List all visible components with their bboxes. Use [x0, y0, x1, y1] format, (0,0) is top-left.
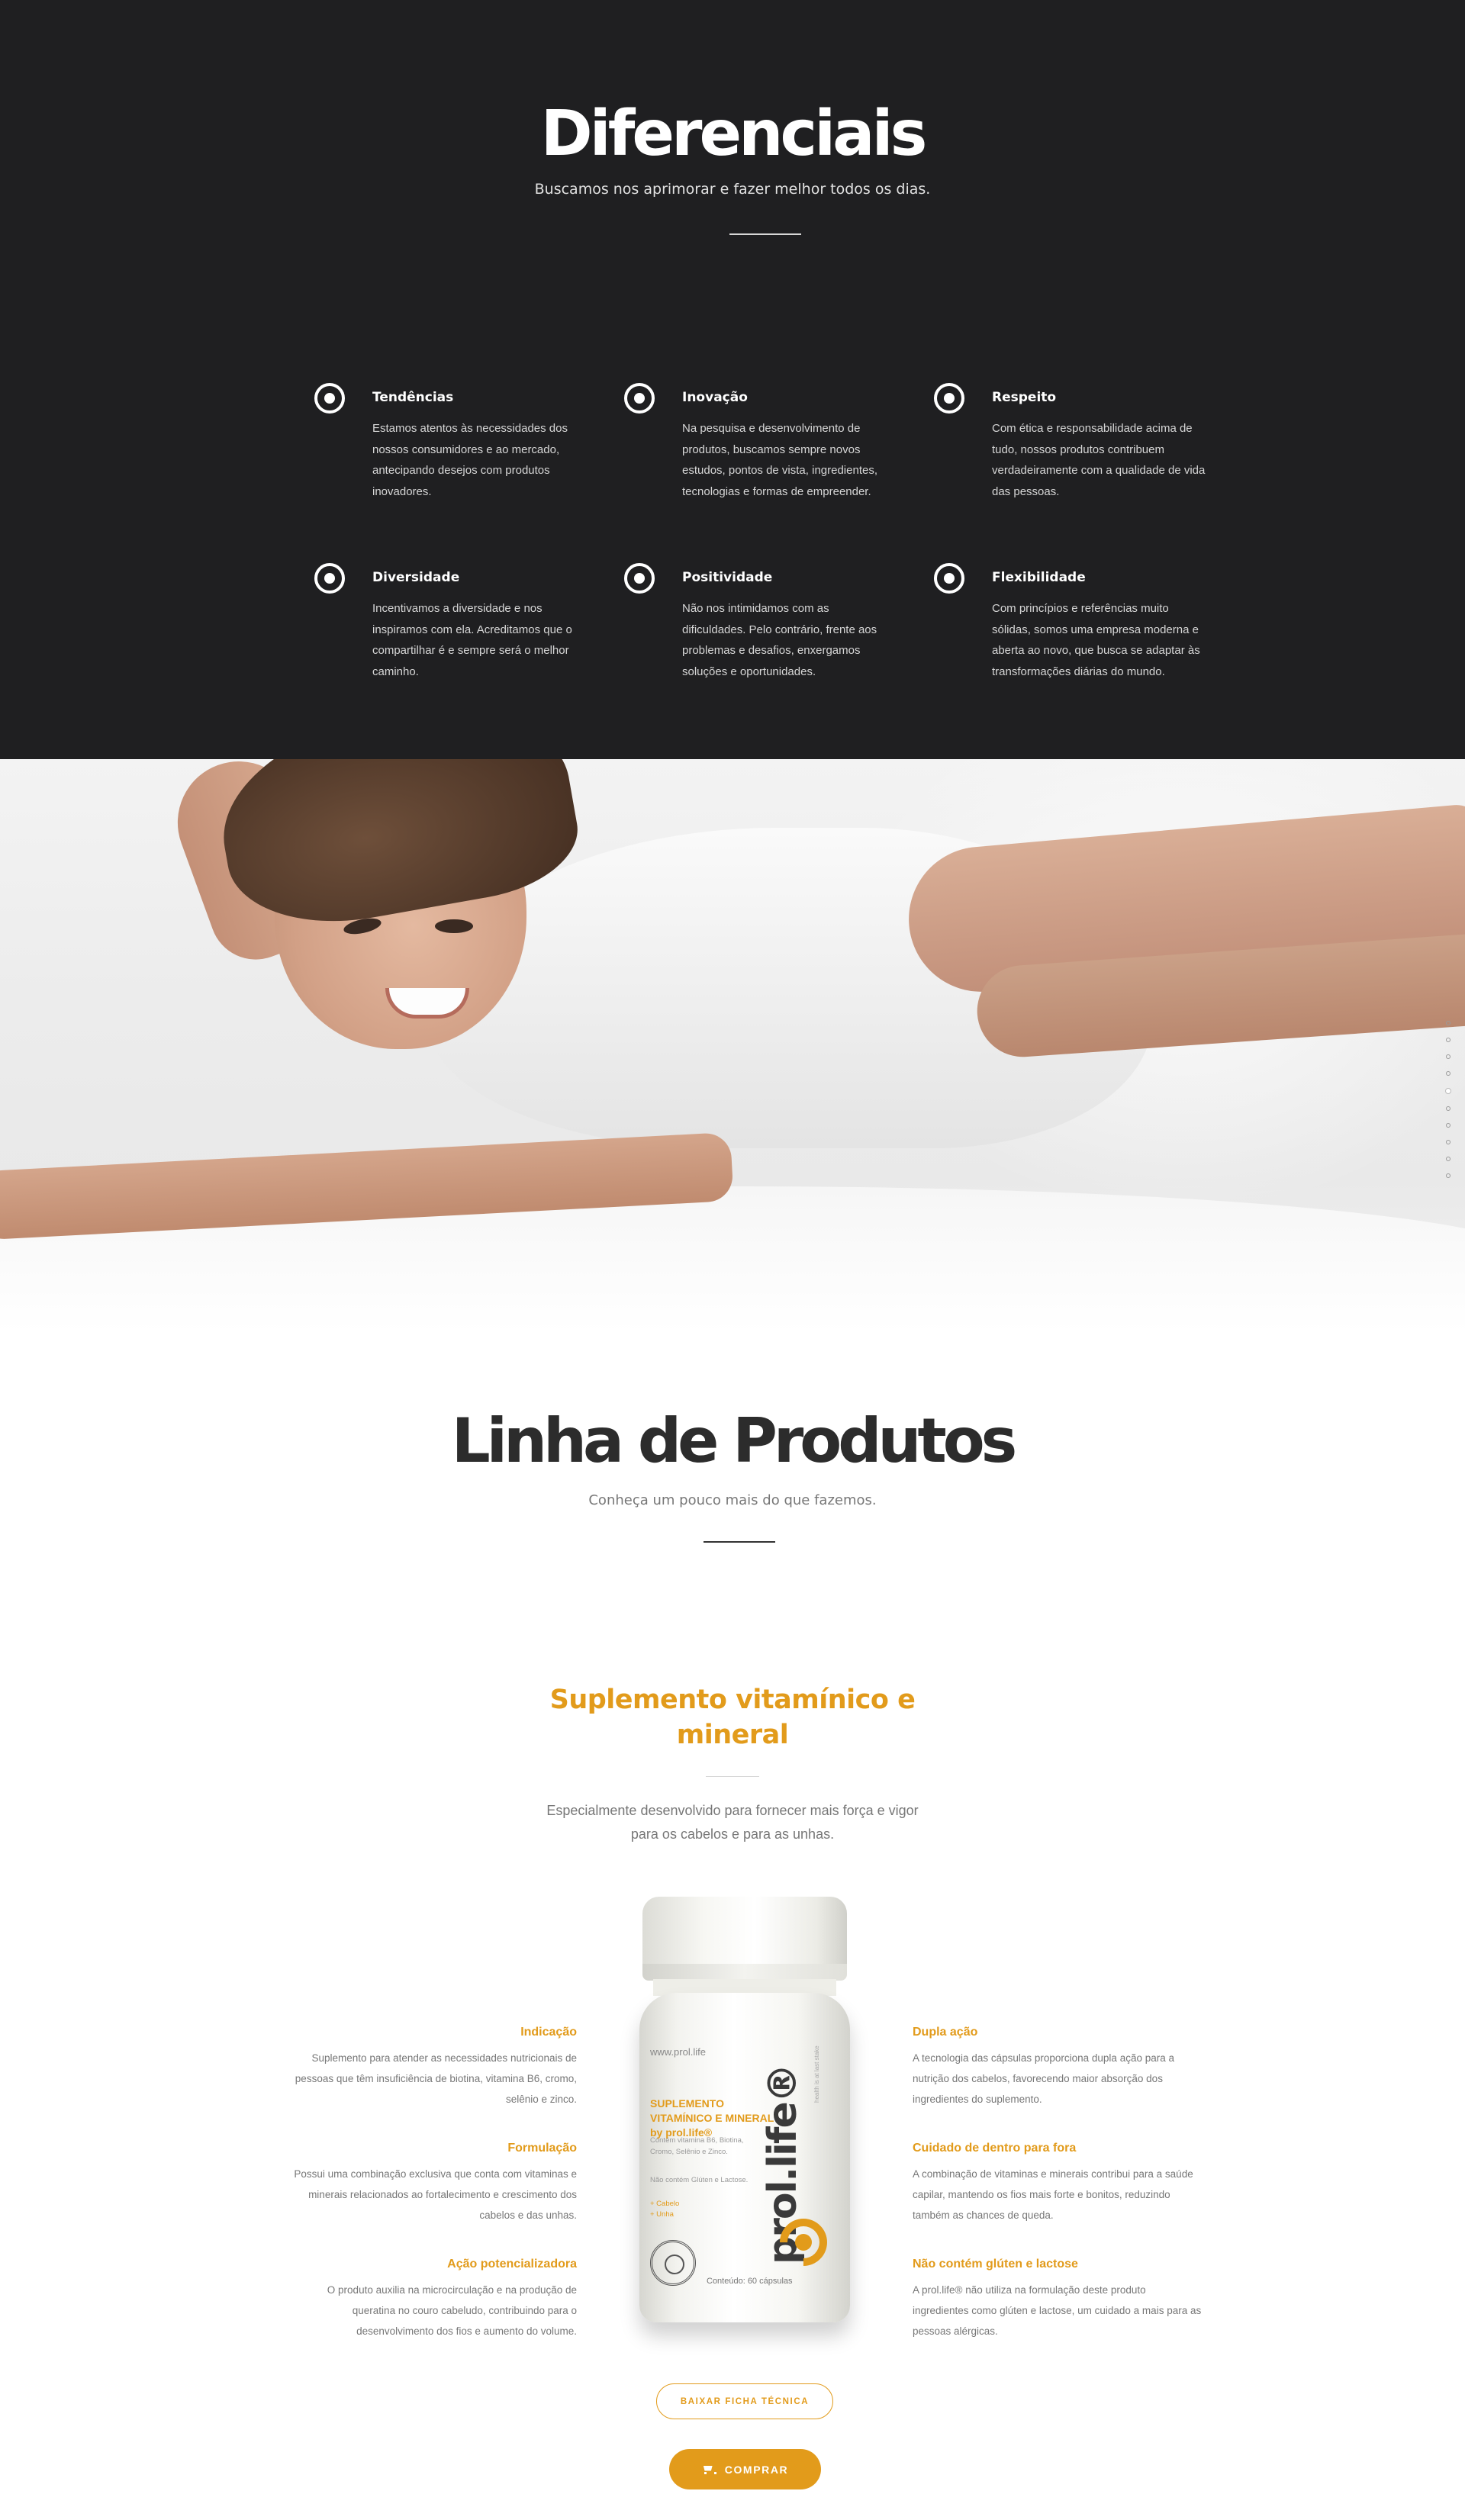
- info-cuidado: Cuidado de dentro para fora A combinação…: [913, 2142, 1203, 2226]
- title-divider: [704, 1541, 775, 1543]
- pagination-dot[interactable]: [1446, 1173, 1451, 1178]
- feature-title: Positividade: [682, 570, 773, 585]
- diferenciais-subtitle: Buscamos nos aprimorar e fazer melhor to…: [534, 181, 931, 198]
- info-text: A combinação de vitaminas e minerais con…: [913, 2168, 1193, 2221]
- target-icon: [934, 383, 964, 414]
- pagination-dot[interactable]: [1446, 1106, 1451, 1111]
- label-tags: + Cabelo + Unha: [650, 2200, 680, 2219]
- produtos-title: Linha de Produtos: [451, 1405, 1018, 1476]
- buy-button-label: COMPRAR: [724, 2463, 789, 2476]
- pagination-dot-active[interactable]: [1445, 1088, 1451, 1094]
- diferenciais-section: Diferenciais Buscamos nos aprimorar e fa…: [0, 0, 1465, 759]
- target-icon: [314, 563, 345, 594]
- label-tagline: health is at last stake: [813, 2045, 820, 2103]
- info-title: Formulação: [507, 2142, 577, 2155]
- pagination-dot[interactable]: [1446, 1021, 1451, 1025]
- info-title: Ação potencializadora: [447, 2258, 577, 2271]
- download-datasheet-button[interactable]: BAIXAR FICHA TÉCNICA: [656, 2383, 833, 2419]
- label-url: www.prol.life: [650, 2046, 706, 2058]
- info-indicacao: Indicação Suplemento para atender as nec…: [287, 2026, 577, 2110]
- info-sem-gluten: Não contém glúten e lactose A prol.life®…: [913, 2258, 1203, 2341]
- feature-text: Com princípios e referências muito sólid…: [992, 602, 1200, 678]
- target-icon: [624, 383, 655, 414]
- feature-text: Incentivamos a diversidade e nos inspira…: [372, 602, 572, 678]
- pagination-dot[interactable]: [1446, 1157, 1451, 1161]
- pagination-dot[interactable]: [1446, 1071, 1451, 1076]
- product-name: Suplemento vitamínico e mineral: [549, 1685, 916, 1750]
- cart-icon: [702, 2465, 716, 2474]
- product-divider: [706, 1776, 759, 1777]
- info-title: Não contém glúten e lactose: [913, 2258, 1078, 2271]
- hero-photo: [0, 759, 1465, 1362]
- info-text: Suplemento para atender as necessidades …: [295, 2052, 577, 2105]
- feature-text: Não nos intimidamos com as dificuldades.…: [682, 602, 877, 678]
- info-formulacao: Formulação Possui uma combinação exclusi…: [287, 2142, 577, 2226]
- pagination-dot[interactable]: [1446, 1123, 1451, 1128]
- diferenciais-title: Diferenciais: [540, 98, 928, 170]
- info-acao-potencializadora: Ação potencializadora O produto auxilia …: [287, 2258, 577, 2341]
- info-title: Dupla ação: [913, 2026, 978, 2039]
- feature-title: Flexibilidade: [992, 570, 1086, 585]
- feature-title: Respeito: [992, 390, 1057, 405]
- info-text: Possui uma combinação exclusiva que cont…: [294, 2168, 577, 2221]
- feature-title: Tendências: [372, 390, 454, 405]
- label-composition: Contém vitamina B6, Biotina, Cromo, Selê…: [650, 2136, 744, 2156]
- feature-text: Com ética e responsabilidade acima de tu…: [992, 422, 1206, 498]
- label-free-of: Não contém Glúten e Lactose.: [650, 2176, 749, 2184]
- product-description: Especialmente desenvolvido para fornecer…: [546, 1803, 919, 1842]
- feature-text: Na pesquisa e desenvolvimento de produto…: [682, 422, 877, 498]
- feature-title: Inovação: [682, 390, 748, 405]
- pagination-dot[interactable]: [1446, 1038, 1451, 1042]
- buy-button[interactable]: COMPRAR: [669, 2449, 821, 2489]
- pagination-dot[interactable]: [1446, 1054, 1451, 1059]
- info-text: A prol.life® não utiliza na formulação d…: [913, 2284, 1202, 2337]
- title-divider: [729, 233, 801, 235]
- feature-text: Estamos atentos às necessidades dos noss…: [372, 422, 568, 498]
- info-title: Cuidado de dentro para fora: [913, 2142, 1077, 2155]
- info-text: O produto auxilia na microcirculação e n…: [327, 2284, 577, 2337]
- info-dupla-acao: Dupla ação A tecnologia das cápsulas pro…: [913, 2026, 1203, 2110]
- target-icon: [934, 563, 964, 594]
- info-title: Indicação: [520, 2026, 577, 2039]
- pagination-dot[interactable]: [1446, 1140, 1451, 1144]
- target-icon: [314, 383, 345, 414]
- info-text: A tecnologia das cápsulas proporciona du…: [913, 2052, 1174, 2105]
- label-content: Conteúdo: 60 cápsulas: [707, 2277, 793, 2286]
- product-bottle-image: www.prol.life SUPLEMENTO VITAMÍNICO E MI…: [639, 1897, 850, 2330]
- feature-title: Diversidade: [372, 570, 460, 585]
- produtos-subtitle: Conheça um pouco mais do que fazemos.: [588, 1492, 877, 1508]
- target-icon: [624, 563, 655, 594]
- seal-icon: [650, 2240, 696, 2286]
